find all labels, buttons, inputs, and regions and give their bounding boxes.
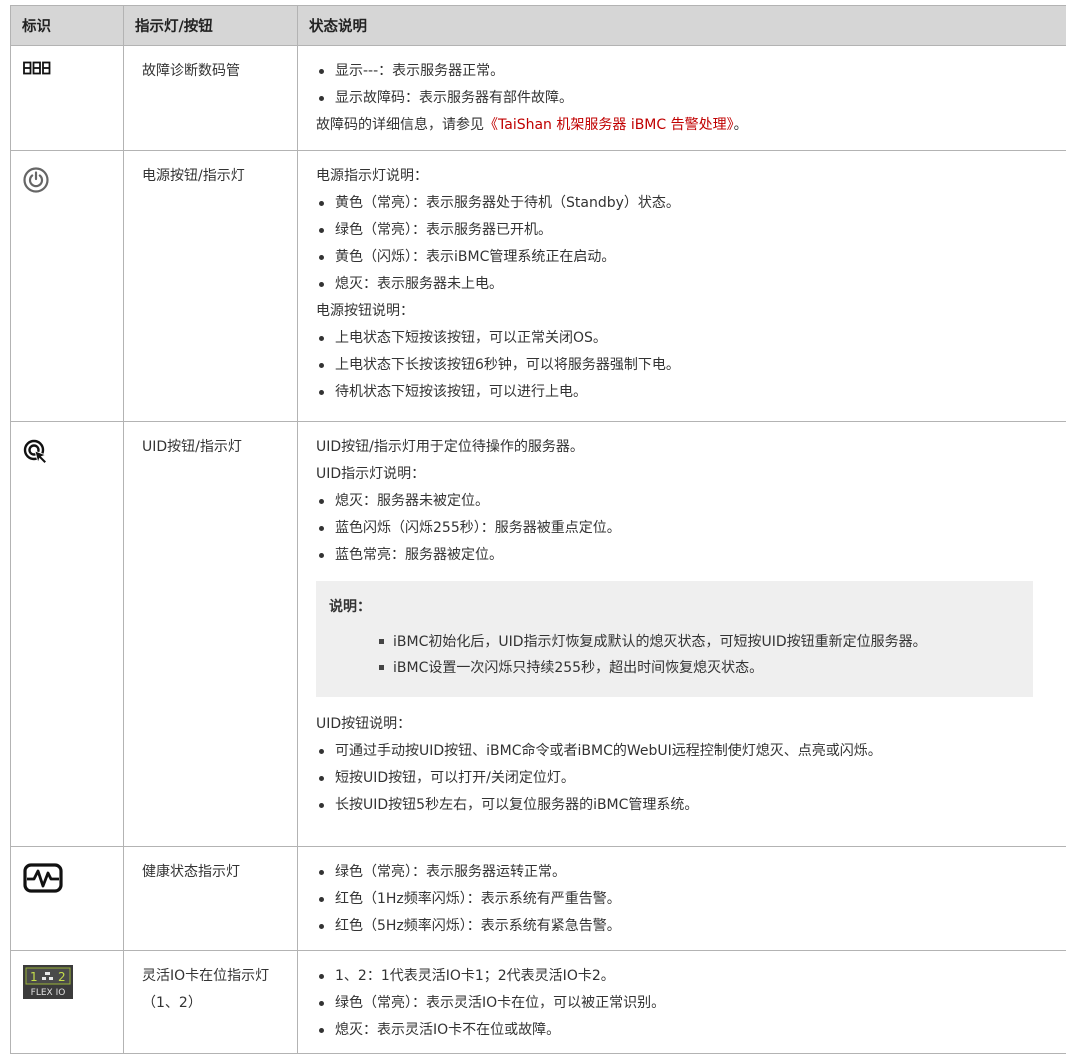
list-item: 可通过手动按UID按钮、iBMC命令或者iBMC的WebUI远程控制使灯熄灭、点…	[316, 738, 1056, 765]
power-button-icon	[23, 167, 123, 193]
section-title: 电源指示灯说明：	[316, 168, 428, 184]
section-title: 电源按钮说明：	[316, 303, 414, 319]
header-identifier: 标识	[10, 5, 124, 46]
row-name: 电源按钮/指示灯	[123, 150, 298, 422]
indicator-table: 标识 指示灯/按钮 状态说明 故障诊断数码管 显示---：表示服务器正常。 显示…	[10, 5, 1066, 1054]
row-icon-cell	[10, 150, 124, 422]
row-name: 灵活IO卡在位指示灯（1、2）	[123, 950, 298, 1054]
row-icon-cell	[10, 45, 124, 151]
row-name: 健康状态指示灯	[123, 846, 298, 951]
row-description: 1、2：1代表灵活IO卡1；2代表灵活IO卡2。 绿色（常亮）：表示灵活IO卡在…	[297, 950, 1066, 1054]
list-item: 绿色（常亮）：表示服务器已开机。	[316, 217, 1056, 244]
header-indicator-button: 指示灯/按钮	[123, 5, 298, 46]
table-row: 电源按钮/指示灯 电源指示灯说明： 黄色（常亮）：表示服务器处于待机（Stand…	[10, 150, 1066, 422]
row-description: 显示---：表示服务器正常。 显示故障码：表示服务器有部件故障。 故障码的详细信…	[297, 45, 1066, 151]
list-item: 短按UID按钮，可以打开/关闭定位灯。	[316, 765, 1056, 792]
list-item: 黄色（闪烁）：表示iBMC管理系统正在启动。	[316, 244, 1056, 271]
list-item: 显示故障码：表示服务器有部件故障。	[316, 85, 1056, 112]
seven-segment-display-icon	[23, 61, 123, 75]
list-item: 黄色（常亮）：表示服务器处于待机（Standby）状态。	[316, 190, 1056, 217]
header-status-description: 状态说明	[297, 5, 1066, 46]
row-icon-cell	[10, 421, 124, 847]
list-item: 长按UID按钮5秒左右，可以复位服务器的iBMC管理系统。	[316, 792, 1056, 819]
section-title: UID按钮说明：	[316, 716, 412, 732]
row-description: UID按钮/指示灯用于定位待操作的服务器。 UID指示灯说明： 熄灭：服务器未被…	[297, 421, 1066, 847]
list-item: 上电状态下长按该按钮6秒钟，可以将服务器强制下电。	[316, 352, 1056, 379]
flex-io-label-3: FLEX IO	[31, 988, 66, 998]
list-item: 绿色（常亮）：表示灵活IO卡在位，可以被正常识别。	[316, 990, 1056, 1017]
list-item: 1、2：1代表灵活IO卡1；2代表灵活IO卡2。	[316, 963, 1056, 990]
row-icon-cell: 1 2 FLEX IO	[10, 950, 124, 1054]
row-icon-cell	[10, 846, 124, 951]
note-item: iBMC设置一次闪烁只持续255秒，超出时间恢复熄灭状态。	[379, 655, 1019, 681]
list-item: 待机状态下短按该按钮，可以进行上电。	[316, 379, 1056, 406]
table-row: UID按钮/指示灯 UID按钮/指示灯用于定位待操作的服务器。 UID指示灯说明…	[10, 421, 1066, 847]
row-description: 绿色（常亮）：表示服务器运转正常。 红色（1Hz频率闪烁）：表示系统有严重告警。…	[297, 846, 1066, 951]
list-item: 红色（5Hz频率闪烁）：表示系统有紧急告警。	[316, 913, 1056, 940]
list-item: 熄灭：表示服务器未上电。	[316, 271, 1056, 298]
list-item: 红色（1Hz频率闪烁）：表示系统有严重告警。	[316, 886, 1056, 913]
list-item: 熄灭：服务器未被定位。	[316, 488, 1056, 515]
list-item: 蓝色常亮：服务器被定位。	[316, 542, 1056, 569]
alarm-handling-link[interactable]: 《TaiShan 机架服务器 iBMC 告警处理》	[484, 117, 734, 133]
flex-io-label-1: 1	[30, 970, 38, 984]
row-name: UID按钮/指示灯	[123, 421, 298, 847]
list-item: 蓝色闪烁（闪烁255秒）：服务器被重点定位。	[316, 515, 1056, 542]
health-heartbeat-icon	[23, 863, 123, 893]
reference-text: 故障码的详细信息，请参见《TaiShan 机架服务器 iBMC 告警处理》。	[316, 117, 748, 133]
list-item: 上电状态下短按该按钮，可以正常关闭OS。	[316, 325, 1056, 352]
table-row: 1 2 FLEX IO 灵活IO卡在位指示灯（1、2） 1、2：1代表灵活IO卡…	[10, 950, 1066, 1054]
note-title: 说明：	[329, 599, 371, 615]
intro-text: UID按钮/指示灯用于定位待操作的服务器。	[316, 439, 584, 455]
row-name: 故障诊断数码管	[123, 45, 298, 151]
flex-io-card-icon: 1 2 FLEX IO	[23, 965, 123, 999]
list-item: 熄灭：表示灵活IO卡不在位或故障。	[316, 1017, 1056, 1044]
list-item: 绿色（常亮）：表示服务器运转正常。	[316, 859, 1056, 886]
section-title: UID指示灯说明：	[316, 466, 426, 482]
row-description: 电源指示灯说明： 黄色（常亮）：表示服务器处于待机（Standby）状态。 绿色…	[297, 150, 1066, 422]
table-header-row: 标识 指示灯/按钮 状态说明	[10, 5, 1066, 46]
table-row: 健康状态指示灯 绿色（常亮）：表示服务器运转正常。 红色（1Hz频率闪烁）：表示…	[10, 846, 1066, 951]
flex-io-label-2: 2	[58, 970, 66, 984]
list-item: 显示---：表示服务器正常。	[316, 58, 1056, 85]
table-row: 故障诊断数码管 显示---：表示服务器正常。 显示故障码：表示服务器有部件故障。…	[10, 45, 1066, 151]
note-box: 说明： iBMC初始化后，UID指示灯恢复成默认的熄灭状态，可短按UID按钮重新…	[316, 581, 1033, 697]
uid-locate-icon	[23, 439, 123, 465]
note-item: iBMC初始化后，UID指示灯恢复成默认的熄灭状态，可短按UID按钮重新定位服务…	[379, 629, 1019, 655]
